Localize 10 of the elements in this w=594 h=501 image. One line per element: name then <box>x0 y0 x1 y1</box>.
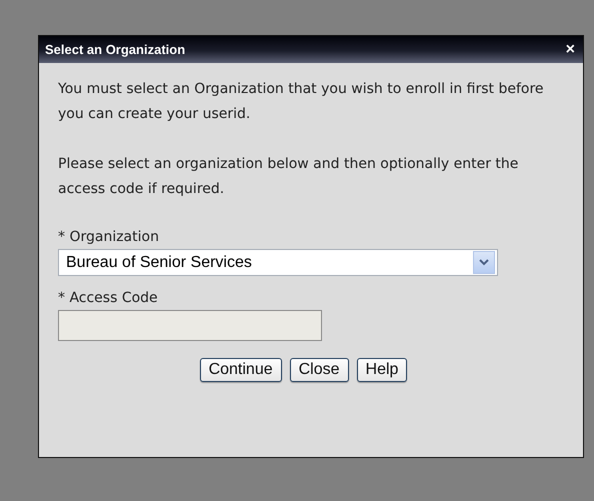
field-label: * Organization <box>58 228 160 247</box>
field-label: * Access Code <box>58 289 159 308</box>
instruction-text: You must select an Organization that you wish to enroll in first before you can create your userid. <box>58 80 545 124</box>
close-button[interactable]: × <box>566 38 575 62</box>
dialog-button[interactable]: Close <box>290 358 349 382</box>
organization-dropdown[interactable]: Bureau of Senior Services <box>58 249 498 276</box>
instruction-text: Please select an organization below and then optionally enter the access code if required. <box>58 155 520 199</box>
dialog-button[interactable]: Help <box>356 358 408 382</box>
dialog-button[interactable]: Continue <box>200 358 282 382</box>
window-title: Select an Organization <box>45 40 186 59</box>
